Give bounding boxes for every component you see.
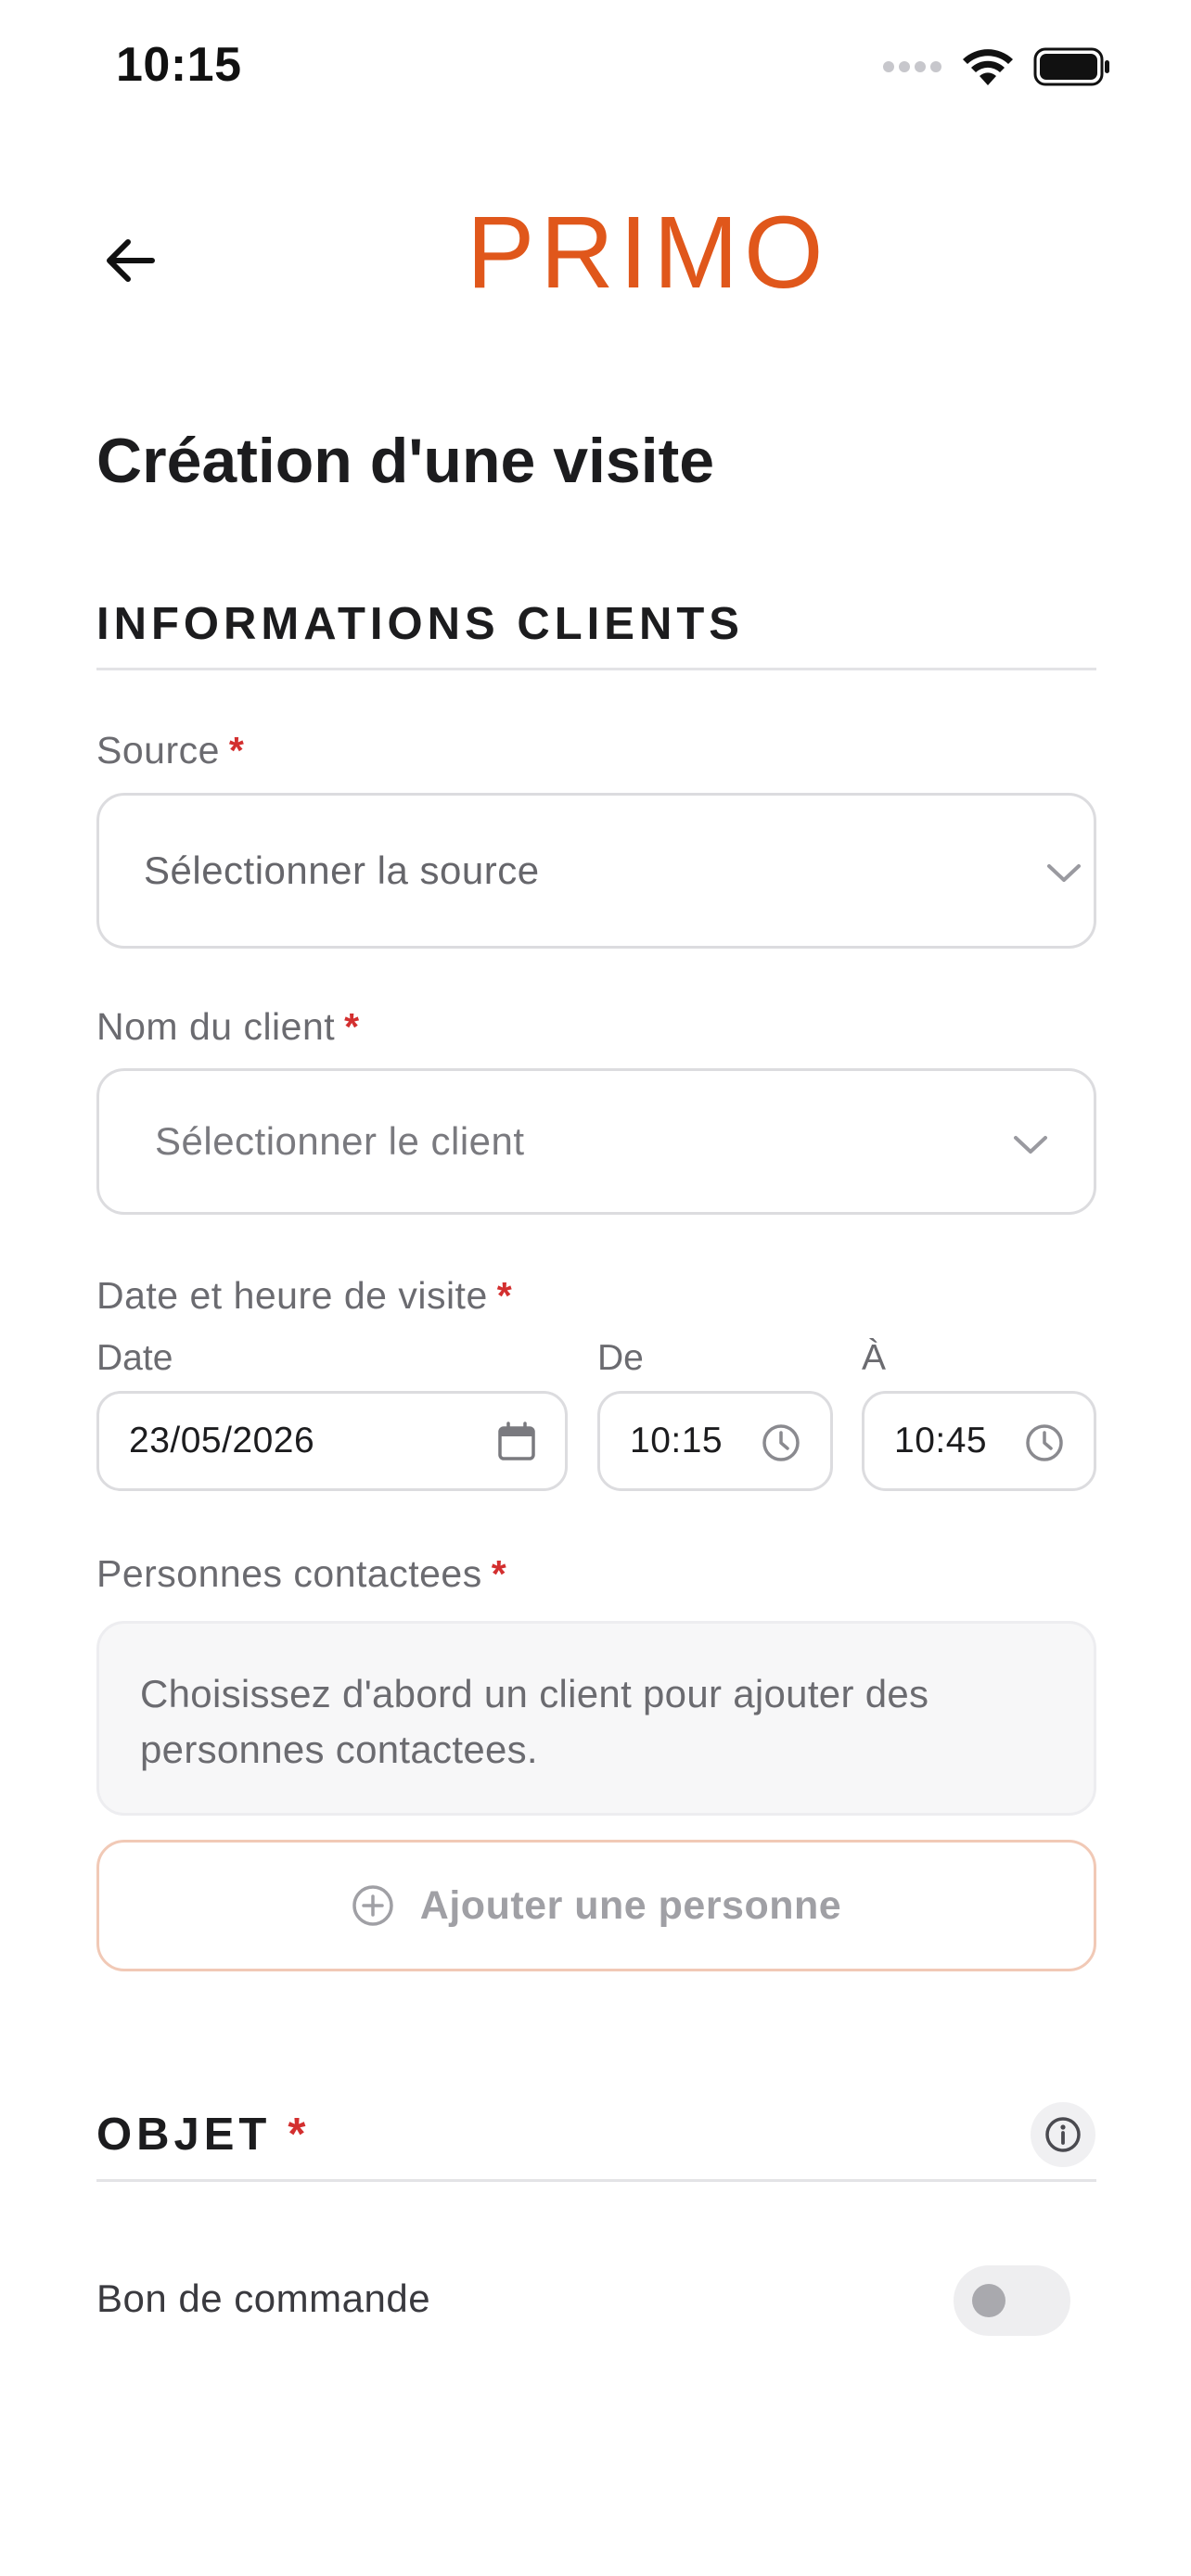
plus-circle-icon bbox=[352, 1885, 393, 1926]
bon-de-commande-toggle[interactable] bbox=[954, 2265, 1070, 2336]
client-select[interactable]: Sélectionner le client bbox=[96, 1068, 1096, 1215]
status-time: 10:15 bbox=[116, 38, 242, 92]
bon-de-commande-label: Bon de commande bbox=[96, 2276, 431, 2320]
from-sublabel: De bbox=[597, 1338, 644, 1378]
back-button[interactable] bbox=[93, 228, 167, 293]
source-placeholder: Sélectionner la source bbox=[144, 848, 540, 892]
objet-info-button[interactable] bbox=[1031, 2102, 1095, 2167]
required-mark: * bbox=[228, 729, 245, 772]
client-label: Nom du client * bbox=[96, 1005, 360, 1048]
date-sublabel: Date bbox=[96, 1338, 173, 1378]
toggle-knob bbox=[972, 2284, 1005, 2317]
date-value: 23/05/2026 bbox=[129, 1421, 315, 1460]
wifi-icon bbox=[963, 49, 1013, 85]
section-title-objet: OBJET * bbox=[96, 2110, 311, 2160]
contacts-empty-state: Choisissez d'abord un client pour ajoute… bbox=[96, 1621, 1096, 1816]
required-mark: * bbox=[496, 1274, 513, 1317]
status-bar: 10:15 bbox=[0, 0, 1191, 139]
required-mark: * bbox=[344, 1005, 360, 1048]
contacts-label: Personnes contactees * bbox=[96, 1552, 507, 1595]
add-person-button[interactable]: Ajouter une personne bbox=[96, 1840, 1096, 1971]
from-time-value: 10:15 bbox=[630, 1421, 724, 1460]
to-time-input[interactable]: 10:45 bbox=[862, 1391, 1096, 1491]
app-logo: PRIMO bbox=[467, 196, 829, 310]
from-time-input[interactable]: 10:15 bbox=[597, 1391, 833, 1491]
chevron-down-icon bbox=[1014, 1136, 1047, 1154]
section-divider bbox=[96, 668, 1096, 670]
required-mark: * bbox=[288, 2110, 311, 2160]
section-title-clients: INFORMATIONS CLIENTS bbox=[96, 599, 744, 649]
to-sublabel: À bbox=[862, 1338, 887, 1378]
source-label: Source * bbox=[96, 729, 245, 772]
info-icon bbox=[1045, 2117, 1081, 2152]
chevron-down-icon bbox=[1047, 864, 1081, 882]
add-person-label: Ajouter une personne bbox=[419, 1882, 842, 1928]
calendar-icon bbox=[498, 1422, 535, 1460]
clock-icon bbox=[762, 1424, 800, 1461]
cellular-signal-icon bbox=[883, 61, 941, 72]
client-placeholder: Sélectionner le client bbox=[155, 1119, 525, 1163]
status-icons bbox=[883, 46, 1111, 87]
source-select[interactable]: Sélectionner la source bbox=[96, 793, 1096, 949]
section-divider bbox=[96, 2179, 1096, 2182]
datetime-label: Date et heure de visite * bbox=[96, 1274, 513, 1317]
date-input[interactable]: 23/05/2026 bbox=[96, 1391, 568, 1491]
contacts-empty-message: Choisissez d'abord un client pour ajoute… bbox=[140, 1672, 929, 1771]
arrow-left-icon bbox=[107, 239, 155, 282]
clock-icon bbox=[1026, 1424, 1063, 1461]
required-mark: * bbox=[491, 1552, 507, 1595]
to-time-value: 10:45 bbox=[894, 1421, 988, 1460]
battery-icon bbox=[1033, 47, 1109, 86]
page-title: Création d'une visite bbox=[96, 426, 715, 496]
